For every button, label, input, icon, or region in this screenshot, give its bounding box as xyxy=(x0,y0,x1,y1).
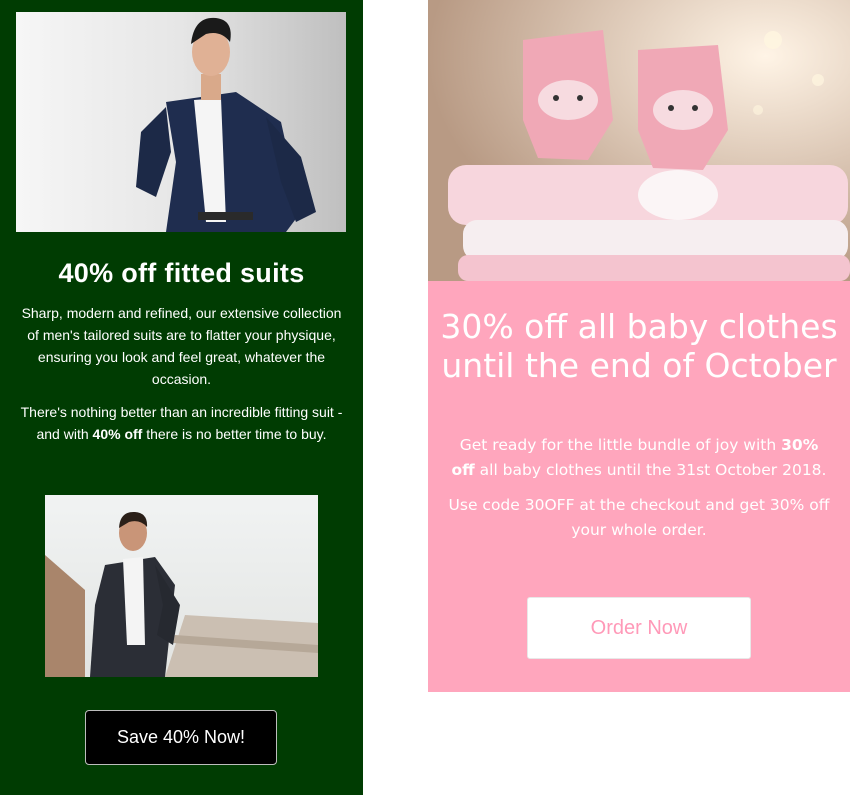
baby-promo-panel: 30% off all baby clothes until the end o… xyxy=(428,281,850,692)
baby-booties-image xyxy=(428,0,850,281)
suits-paragraph-2: There's nothing better than an incredibl… xyxy=(20,404,343,442)
suits-discount-highlight: 40% off xyxy=(92,426,143,442)
baby-paragraph-1: Get ready for the little bundle of joy w… xyxy=(451,436,827,479)
suits-paragraph-1: Sharp, modern and refined, our extensive… xyxy=(21,305,342,387)
suits-promo-panel: 40% off fitted suits Sharp, modern and r… xyxy=(0,0,363,795)
baby-paragraph-2: Use code 30OFF at the checkout and get 3… xyxy=(448,496,830,539)
order-now-button[interactable]: Order Now xyxy=(527,597,751,659)
suits-description: Sharp, modern and refined, our extensive… xyxy=(20,302,343,456)
suits-headline: 40% off fitted suits xyxy=(58,258,305,288)
suit-model-hero-image xyxy=(16,12,346,232)
baby-description: Get ready for the little bundle of joy w… xyxy=(448,433,830,553)
save-40-button[interactable]: Save 40% Now! xyxy=(85,710,277,765)
suit-model-steps-image xyxy=(45,495,318,677)
baby-headline: 30% off all baby clothes until the end o… xyxy=(440,307,838,385)
